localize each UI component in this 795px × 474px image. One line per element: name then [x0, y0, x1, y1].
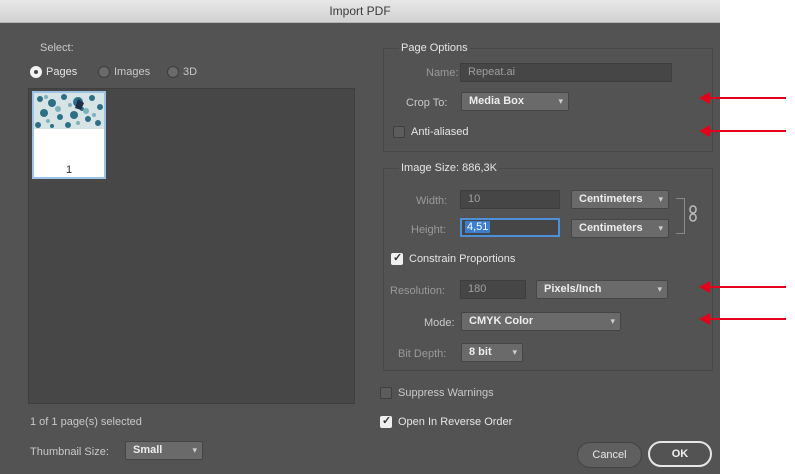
- thumbnail-page-number: 1: [65, 164, 73, 176]
- chevron-down-icon: ▾: [658, 223, 663, 233]
- height-field[interactable]: 4,51: [460, 218, 560, 237]
- 3d-radio[interactable]: [167, 66, 179, 78]
- resolution-label: Resolution:: [390, 285, 446, 297]
- width-label: Width:: [416, 195, 448, 207]
- page-thumbnail[interactable]: 1: [32, 91, 106, 179]
- crop-to-label: Crop To:: [406, 97, 448, 109]
- annotation-arrow-anti-aliased: [699, 125, 786, 137]
- mode-value: CMYK Color: [469, 315, 534, 327]
- pages-radio[interactable]: [30, 66, 42, 78]
- annotation-arrow-mode: [699, 313, 786, 325]
- name-label: Name:: [426, 67, 459, 79]
- link-bracket: [676, 198, 685, 234]
- reverse-order-label[interactable]: Open In Reverse Order: [398, 416, 512, 428]
- width-unit-value: Centimeters: [579, 193, 643, 205]
- ok-button[interactable]: OK: [648, 441, 712, 467]
- height-value: 4,51: [465, 221, 491, 233]
- crop-to-value: Media Box: [469, 95, 525, 107]
- pages-selected-status: 1 of 1 page(s) selected: [30, 416, 142, 428]
- page-options-heading: Page Options: [399, 42, 470, 54]
- constrain-proportions-checkbox[interactable]: [391, 251, 403, 265]
- 3d-radio-label[interactable]: 3D: [183, 66, 197, 78]
- width-field[interactable]: 10: [460, 190, 560, 209]
- height-label: Height:: [411, 224, 446, 236]
- resolution-unit-dropdown[interactable]: Pixels/Inch ▾: [536, 280, 668, 299]
- image-size-heading: Image Size: 886,3K: [399, 162, 500, 174]
- link-icon[interactable]: [688, 205, 698, 223]
- mode-dropdown[interactable]: CMYK Color ▾: [461, 312, 621, 331]
- mode-label: Mode:: [424, 317, 455, 329]
- chevron-down-icon: ▾: [192, 445, 197, 455]
- window-title: Import PDF: [0, 0, 720, 23]
- chevron-down-icon: ▾: [657, 284, 662, 294]
- chevron-down-icon: ▾: [512, 347, 517, 357]
- thumbnail-size-dropdown[interactable]: Small ▾: [125, 441, 203, 460]
- height-unit-value: Centimeters: [579, 222, 643, 234]
- bit-depth-dropdown[interactable]: 8 bit ▾: [461, 343, 523, 362]
- annotation-arrow-resolution: [699, 281, 786, 293]
- pages-radio-label[interactable]: Pages: [46, 66, 77, 78]
- page-preview-image: [34, 93, 104, 129]
- crop-to-dropdown[interactable]: Media Box ▾: [461, 92, 569, 111]
- cancel-button[interactable]: Cancel: [577, 442, 642, 468]
- annotation-arrow-crop: [699, 92, 786, 104]
- height-unit-dropdown[interactable]: Centimeters ▾: [571, 219, 669, 238]
- name-field[interactable]: Repeat.ai: [460, 63, 672, 82]
- reverse-order-checkbox[interactable]: [380, 414, 392, 428]
- bit-depth-value: 8 bit: [469, 346, 492, 358]
- resolution-field[interactable]: 180: [460, 280, 526, 299]
- chevron-down-icon: ▾: [658, 194, 663, 204]
- thumbnail-size-value: Small: [133, 444, 163, 456]
- page-thumbnail-list[interactable]: 1: [28, 88, 355, 404]
- thumbnail-size-label: Thumbnail Size:: [30, 446, 109, 458]
- suppress-warnings-checkbox[interactable]: [380, 387, 392, 399]
- import-pdf-dialog: Import PDF Select: Pages Images 3D 1 1 o…: [0, 0, 720, 474]
- images-radio[interactable]: [98, 66, 110, 78]
- resolution-unit-value: Pixels/Inch: [544, 283, 602, 295]
- constrain-proportions-label[interactable]: Constrain Proportions: [409, 253, 515, 265]
- chevron-down-icon: ▾: [610, 316, 615, 326]
- chevron-down-icon: ▾: [558, 96, 563, 106]
- images-radio-label[interactable]: Images: [114, 66, 150, 78]
- select-label: Select:: [40, 42, 74, 54]
- anti-aliased-label[interactable]: Anti-aliased: [411, 126, 468, 138]
- bit-depth-label: Bit Depth:: [398, 348, 447, 360]
- anti-aliased-checkbox[interactable]: [393, 126, 405, 138]
- suppress-warnings-label[interactable]: Suppress Warnings: [398, 387, 494, 399]
- width-unit-dropdown[interactable]: Centimeters ▾: [571, 190, 669, 209]
